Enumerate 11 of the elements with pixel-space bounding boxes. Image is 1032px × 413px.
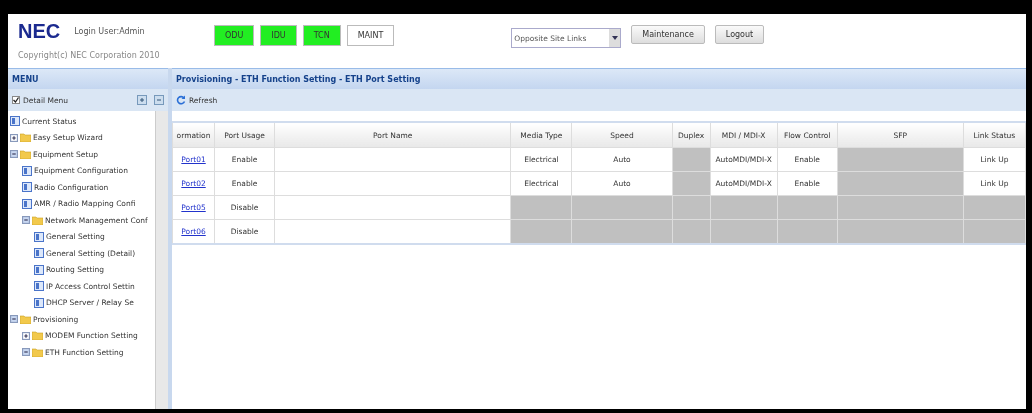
logo: NEC <box>18 20 61 43</box>
login-user: Login User:Admin <box>74 27 145 36</box>
header-button[interactable]: Logout <box>714 25 765 44</box>
status-badge: TCN <box>302 25 341 46</box>
status-badge: MAINT <box>346 25 395 46</box>
status-badge: IDU <box>260 25 297 46</box>
breadcrumb: Provisioning - ETH Function Setting - ETH Port Setting <box>172 68 1026 89</box>
menu-title: MENU <box>8 68 168 89</box>
status-badge: ODU <box>214 25 255 46</box>
copyright: Copyright(c) NEC Corporation 2010 <box>18 51 161 60</box>
header-button[interactable]: Maintenance <box>631 25 705 44</box>
